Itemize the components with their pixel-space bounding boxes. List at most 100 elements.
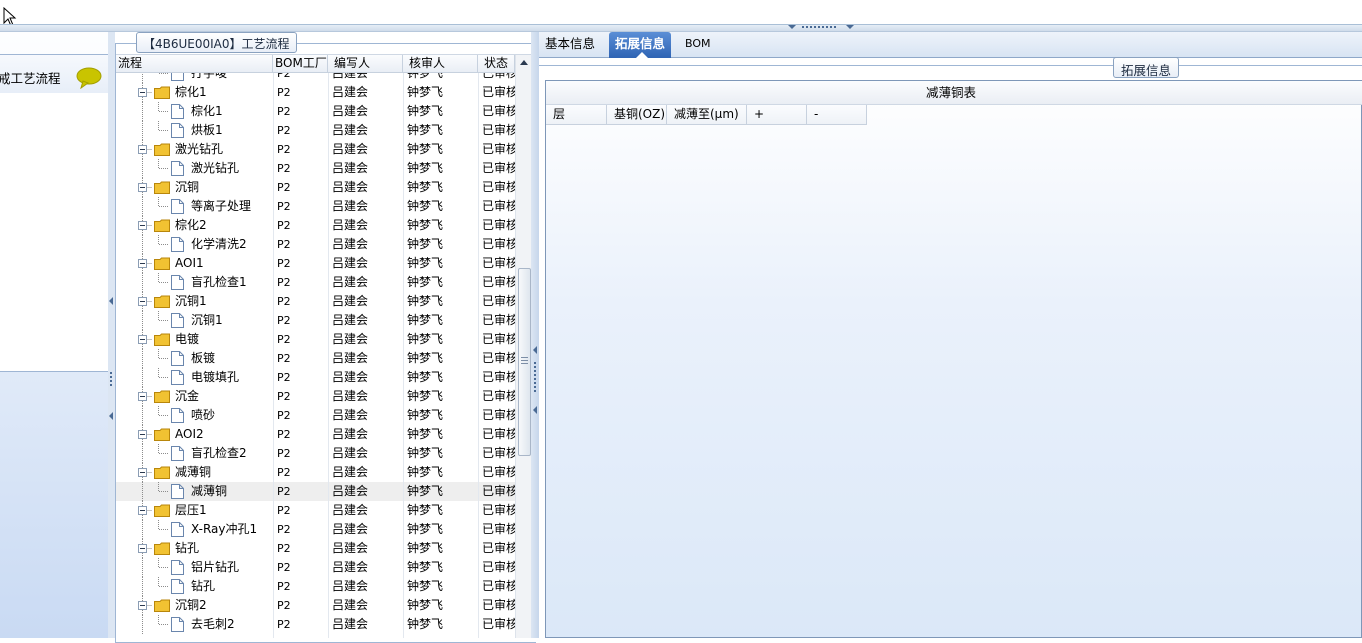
reviewer-name: 钟梦飞: [407, 123, 444, 137]
chat-bubble-icon[interactable]: [76, 67, 102, 89]
collapse-toggle-icon[interactable]: [138, 430, 147, 439]
tree-row-item[interactable]: X-Ray冲孔1 P2 吕建会 钟梦飞 已审核: [116, 520, 515, 539]
collapse-toggle-icon[interactable]: [138, 468, 147, 477]
splitter-grip-icon[interactable]: [788, 25, 854, 30]
tree-row-item[interactable]: 板镀 P2 吕建会 钟梦飞 已审核: [116, 349, 515, 368]
scrollbar-thumb[interactable]: [518, 268, 531, 456]
tree-row-folder[interactable]: 沉铜 P2 吕建会 钟梦飞 已审核: [116, 178, 515, 197]
grid-vertical-scrollbar[interactable]: [515, 55, 532, 638]
tree-row-item[interactable]: 铝片钻孔 P2 吕建会 钟梦飞 已审核: [116, 558, 515, 577]
left-panel-item-process[interactable]: 戒工艺流程: [0, 55, 108, 93]
col-header-bom-factory[interactable]: BOM工厂: [273, 55, 328, 73]
status-text: 已审核: [482, 389, 515, 403]
process-name: 减薄铜: [175, 465, 212, 479]
tab-bom[interactable]: BOM: [679, 32, 717, 58]
reviewer-name: 钟梦飞: [407, 541, 444, 555]
bom-factory: P2: [277, 181, 291, 194]
extended-group-title: 拓展信息: [1113, 57, 1180, 78]
col-header-reviewer[interactable]: 核审人: [403, 55, 478, 73]
tab-basic-info[interactable]: 基本信息: [539, 32, 601, 58]
process-group-title: 【4B6UE00IA0】工艺流程: [136, 32, 297, 53]
horizontal-splitter[interactable]: [0, 24, 1362, 32]
collapse-toggle-icon[interactable]: [138, 221, 147, 230]
tree-row-item[interactable]: 棕化1 P2 吕建会 钟梦飞 已审核: [116, 102, 515, 121]
scroll-up-arrow-icon[interactable]: [516, 55, 532, 72]
bom-factory: P2: [277, 257, 291, 270]
tree-row-folder[interactable]: AOI2 P2 吕建会 钟梦飞 已审核: [116, 425, 515, 444]
tree-row-item[interactable]: 激光钻孔 P2 吕建会 钟梦飞 已审核: [116, 159, 515, 178]
writer-name: 吕建会: [332, 560, 369, 574]
col-base-copper[interactable]: 基铜(OZ): [607, 105, 667, 125]
folder-icon: [154, 86, 170, 99]
col-layer[interactable]: 层: [546, 105, 607, 125]
top-toolbar: [0, 0, 1362, 27]
tree-row-folder[interactable]: 电镀 P2 吕建会 钟梦飞 已审核: [116, 330, 515, 349]
collapse-toggle-icon[interactable]: [138, 88, 147, 97]
splitter-arrows-icon[interactable]: [108, 32, 115, 638]
col-header-writer[interactable]: 编写人: [328, 55, 403, 73]
collapse-toggle-icon[interactable]: [138, 183, 147, 192]
tree-row-folder[interactable]: 激光钻孔 P2 吕建会 钟梦飞 已审核: [116, 140, 515, 159]
bom-factory: P2: [277, 390, 291, 403]
tree-row-item[interactable]: 减薄铜 P2 吕建会 钟梦飞 已审核: [116, 482, 515, 501]
collapse-toggle-icon[interactable]: [138, 601, 147, 610]
status-text: 已审核: [482, 142, 515, 156]
tree-row-item[interactable]: 电镀填孔 P2 吕建会 钟梦飞 已审核: [116, 368, 515, 387]
tree-row-item[interactable]: 盲孔检查1 P2 吕建会 钟梦飞 已审核: [116, 273, 515, 292]
reviewer-name: 钟梦飞: [407, 332, 444, 346]
status-text: 已审核: [482, 408, 515, 422]
tree-row-folder[interactable]: AOI1 P2 吕建会 钟梦飞 已审核: [116, 254, 515, 273]
collapse-toggle-icon[interactable]: [138, 392, 147, 401]
reviewer-name: 钟梦飞: [407, 218, 444, 232]
tree-row-item[interactable]: 化学清洗2 P2 吕建会 钟梦飞 已审核: [116, 235, 515, 254]
process-name: 板镀: [191, 351, 216, 365]
collapse-toggle-icon[interactable]: [138, 544, 147, 553]
tree-row-folder[interactable]: 钻孔 P2 吕建会 钟梦飞 已审核: [116, 539, 515, 558]
status-text: 已审核: [482, 123, 515, 137]
splitter-arrows-icon[interactable]: [531, 32, 539, 638]
tree-row-folder[interactable]: 减薄铜 P2 吕建会 钟梦飞 已审核: [116, 463, 515, 482]
left-splitter[interactable]: [108, 32, 115, 638]
tree-row-item[interactable]: 打字唛 P2 吕建会 钟梦飞 已审核: [116, 73, 515, 83]
col-thin-to[interactable]: 减薄至(μm): [667, 105, 747, 125]
writer-name: 吕建会: [332, 598, 369, 612]
tree-row-folder[interactable]: 棕化2 P2 吕建会 钟梦飞 已审核: [116, 216, 515, 235]
process-name: 层压1: [175, 503, 207, 517]
tree-connector-lines: [142, 615, 169, 634]
tree-row-item[interactable]: 钻孔 P2 吕建会 钟梦飞 已审核: [116, 577, 515, 596]
status-text: 已审核: [482, 180, 515, 194]
folder-icon: [154, 599, 170, 612]
collapse-toggle-icon[interactable]: [138, 506, 147, 515]
writer-name: 吕建会: [332, 313, 369, 327]
collapse-toggle-icon[interactable]: [138, 335, 147, 344]
tree-row-item[interactable]: 烘板1 P2 吕建会 钟梦飞 已审核: [116, 121, 515, 140]
document-icon: [171, 313, 184, 328]
col-header-process[interactable]: 流程: [116, 55, 273, 73]
bom-factory: P2: [277, 105, 291, 118]
tree-row-item[interactable]: 沉铜1 P2 吕建会 钟梦飞 已审核: [116, 311, 515, 330]
collapse-toggle-icon[interactable]: [138, 259, 147, 268]
bom-factory: P2: [277, 219, 291, 232]
tree-row-folder[interactable]: 棕化1 P2 吕建会 钟梦飞 已审核: [116, 83, 515, 102]
collapse-toggle-icon[interactable]: [138, 145, 147, 154]
center-splitter[interactable]: [531, 32, 539, 638]
bom-factory: P2: [277, 523, 291, 536]
writer-name: 吕建会: [332, 579, 369, 593]
collapse-toggle-icon[interactable]: [138, 297, 147, 306]
tree-connector-lines: [142, 349, 169, 368]
tree-row-folder[interactable]: 沉铜1 P2 吕建会 钟梦飞 已审核: [116, 292, 515, 311]
tree-row-item[interactable]: 等离子处理 P2 吕建会 钟梦飞 已审核: [116, 197, 515, 216]
col-remove-button[interactable]: -: [807, 105, 867, 125]
tree-row-folder[interactable]: 沉铜2 P2 吕建会 钟梦飞 已审核: [116, 596, 515, 615]
tree-row-item[interactable]: 去毛刺2 P2 吕建会 钟梦飞 已审核: [116, 615, 515, 634]
writer-name: 吕建会: [332, 142, 369, 156]
process-name: 沉铜2: [175, 598, 207, 612]
bom-factory: P2: [277, 200, 291, 213]
col-header-status[interactable]: 状态: [478, 55, 515, 73]
detail-pane: 基本信息 拓展信息 BOM 拓展信息 减薄铜表 层 基铜(OZ) 减薄至(μm)…: [539, 32, 1362, 638]
tree-row-item[interactable]: 盲孔检查2 P2 吕建会 钟梦飞 已审核: [116, 444, 515, 463]
tree-row-folder[interactable]: 沉金 P2 吕建会 钟梦飞 已审核: [116, 387, 515, 406]
tree-row-folder[interactable]: 层压1 P2 吕建会 钟梦飞 已审核: [116, 501, 515, 520]
tree-row-item[interactable]: 喷砂 P2 吕建会 钟梦飞 已审核: [116, 406, 515, 425]
col-add-button[interactable]: +: [747, 105, 807, 125]
